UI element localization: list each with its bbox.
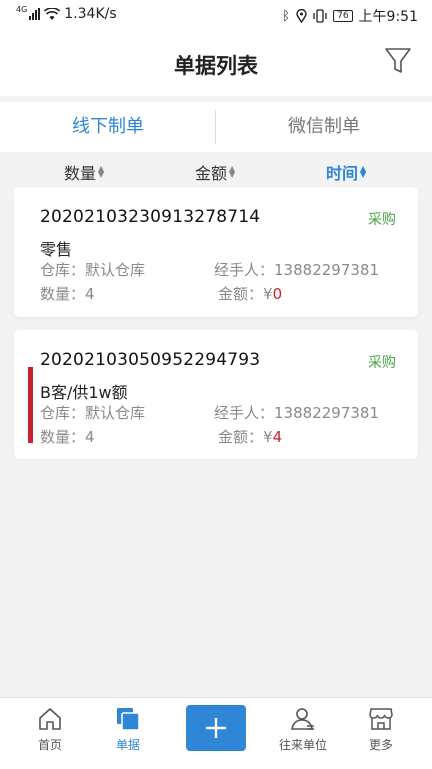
page-title: 单据列表 xyxy=(174,54,258,78)
nav-more[interactable]: 更多 xyxy=(345,698,417,753)
bottom-nav: 首页 单据 往来单位 更多 xyxy=(0,697,432,769)
documents-icon xyxy=(117,708,140,731)
amount-row: 金额：¥4 xyxy=(218,428,283,446)
card-marker xyxy=(28,367,33,443)
contacts-icon xyxy=(291,708,314,730)
quantity-value: 4 xyxy=(85,285,95,303)
amount-row: 金额：¥0 xyxy=(218,285,283,303)
quantity-row: 数量：4 xyxy=(40,428,95,446)
network-type: 4G xyxy=(16,4,28,14)
vibrate-icon xyxy=(313,9,327,23)
sort-arrows-icon: ▲ ▼ xyxy=(229,164,236,179)
sort-quantity-label: 数量 xyxy=(64,164,97,183)
sort-by-amount[interactable]: 金额 ▲ ▼ xyxy=(195,160,235,184)
handler-value: 13882297381 xyxy=(274,404,379,422)
sort-arrows-icon: ▲ ▼ xyxy=(360,164,367,179)
nav-home[interactable]: 首页 xyxy=(14,698,86,753)
add-order-button[interactable] xyxy=(186,705,246,751)
status-left: 4G 1.34K/s xyxy=(16,4,117,23)
nav-documents[interactable]: 单据 xyxy=(92,698,164,753)
warehouse-row: 仓库：默认仓库 xyxy=(40,261,146,279)
sort-bar: 数量 ▲ ▼ 金额 ▲ ▼ 时间 ▲ ▼ xyxy=(0,152,432,186)
amount-value: 4 xyxy=(272,428,283,446)
order-card[interactable]: 202021032309132787​14 采购 零售 仓库：默认仓库 经手人：… xyxy=(14,187,418,317)
status-right: ᛒ 76 上午9:51 xyxy=(282,6,418,26)
bluetooth-icon: ᛒ xyxy=(282,8,291,24)
status-bar: 4G 1.34K/s ᛒ 76 上午9:51 xyxy=(0,0,432,30)
location-icon xyxy=(296,9,307,23)
wifi-icon xyxy=(44,7,61,20)
order-card[interactable]: 20202103050952294793 采购 B客/供1w额 仓库：默认仓库 … xyxy=(14,330,418,459)
filter-icon[interactable] xyxy=(384,46,412,76)
nav-documents-label: 单据 xyxy=(115,738,140,752)
order-number: 202021032309132787​14 xyxy=(40,207,261,227)
signal-icon xyxy=(29,8,41,20)
sort-arrows-icon: ▲ ▼ xyxy=(98,164,105,179)
quantity-row: 数量：4 xyxy=(40,285,95,303)
sort-by-quantity[interactable]: 数量 ▲ ▼ xyxy=(64,160,104,184)
customer-name: B客/供1w额 xyxy=(40,383,128,402)
nav-partners[interactable]: 往来单位 xyxy=(267,698,339,753)
warehouse-row: 仓库：默认仓库 xyxy=(40,404,146,422)
handler-row: 经手人：13882297381 xyxy=(214,404,379,422)
quantity-value: 4 xyxy=(85,428,95,446)
order-number: 20202103050952294793 xyxy=(40,350,261,370)
network-speed: 1.34K/s xyxy=(64,6,117,22)
plus-icon xyxy=(206,718,226,738)
app-header: 单据列表 xyxy=(0,30,432,96)
sort-amount-label: 金额 xyxy=(195,164,228,183)
handler-value: 13882297381 xyxy=(274,261,379,279)
nav-partners-label: 往来单位 xyxy=(278,738,327,752)
sort-time-label: 时间 xyxy=(326,164,359,183)
sort-by-time[interactable]: 时间 ▲ ▼ xyxy=(326,160,366,184)
nav-more-label: 更多 xyxy=(368,738,393,752)
battery-icon: 76 xyxy=(333,10,353,22)
order-type-tag: 采购 xyxy=(368,212,396,228)
store-icon xyxy=(369,708,393,730)
clock: 上午9:51 xyxy=(358,9,418,25)
warehouse-value: 默认仓库 xyxy=(85,261,146,279)
tab-wechat-orders[interactable]: 微信制单 xyxy=(216,102,432,152)
order-source-tabs: 线下制单 微信制单 xyxy=(0,102,432,152)
home-icon xyxy=(39,708,61,730)
customer-name: 零售 xyxy=(40,240,73,259)
tab-offline-orders[interactable]: 线下制单 xyxy=(0,102,216,152)
warehouse-value: 默认仓库 xyxy=(85,404,146,422)
order-type-tag: 采购 xyxy=(368,355,396,371)
nav-home-label: 首页 xyxy=(37,738,62,752)
amount-value: 0 xyxy=(272,285,283,303)
handler-row: 经手人：13882297381 xyxy=(214,261,379,279)
